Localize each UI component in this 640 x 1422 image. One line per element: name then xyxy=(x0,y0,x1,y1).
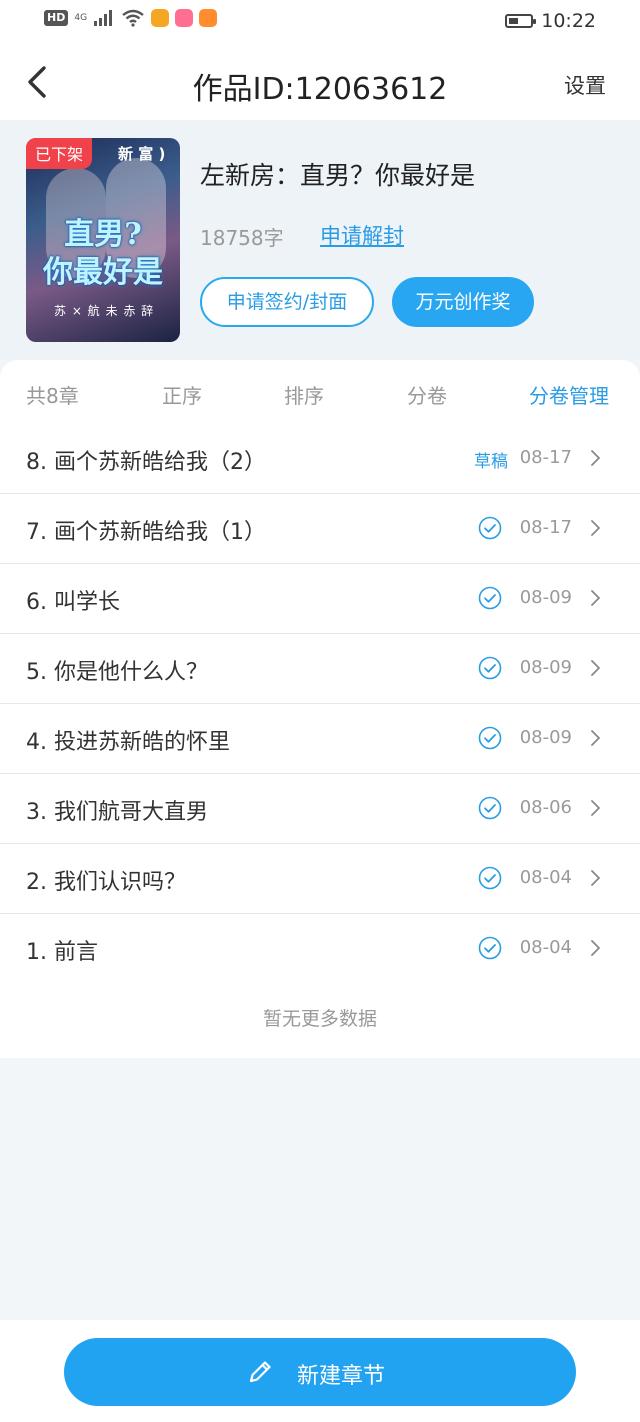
published-check-icon xyxy=(478,866,502,890)
status-right: 10:22 xyxy=(505,10,596,32)
cover-title: 直男? 你最好是 xyxy=(34,216,172,292)
tab-volume-manage[interactable]: 分卷管理 xyxy=(529,380,609,409)
chapter-title: 2. 我们认识吗？ xyxy=(26,870,186,895)
chapter-row[interactable]: 2. 我们认识吗？ 08-04 xyxy=(0,844,640,914)
chevron-right-icon xyxy=(591,590,600,606)
chapter-title: 6. 叫学长 xyxy=(26,590,120,615)
chapter-title: 8. 画个苏新皓给我（2） xyxy=(26,450,266,475)
chapter-panel: 共8章 正序 排序 分卷 分卷管理 8. 画个苏新皓给我（2） 草稿 08-17 7.… xyxy=(0,360,640,1058)
chapter-date: 08-06 xyxy=(519,797,572,818)
wifi-icon xyxy=(122,9,144,27)
settings-button[interactable]: 设置 xyxy=(564,70,606,100)
chapter-title: 5. 你是他什么人？ xyxy=(26,660,208,685)
clock: 10:22 xyxy=(541,10,596,32)
app-icon-orange xyxy=(199,9,218,27)
chapter-row[interactable]: 4. 投进苏新皓的怀里 08-09 xyxy=(0,704,640,774)
book-info: 新 富 ) 直男? 你最好是 苏 × 航 未 赤 辞 已下架 左新房：直男？你最… xyxy=(0,120,640,360)
chapter-count: 共8章 xyxy=(26,384,79,408)
signal-icon xyxy=(94,10,113,26)
chapter-title: 7. 画个苏新皓给我（1） xyxy=(26,520,266,545)
new-chapter-label: 新建章节 xyxy=(297,1364,386,1389)
weibo-icon xyxy=(151,9,170,27)
chevron-right-icon xyxy=(591,730,600,746)
chevron-right-icon xyxy=(591,660,600,676)
chapter-date: 08-17 xyxy=(519,517,572,538)
chapter-date: 08-17 xyxy=(519,447,572,468)
unseal-link[interactable]: 申请解封 xyxy=(320,220,404,250)
chapter-date: 08-04 xyxy=(519,867,572,888)
battery-level xyxy=(509,18,519,24)
chapter-row[interactable]: 1. 前言 08-04 xyxy=(0,914,640,983)
word-count: 18758字 xyxy=(200,226,284,250)
list-footer: 暂无更多数据 xyxy=(262,1008,377,1030)
battery-icon xyxy=(505,14,537,28)
chapter-title: 1. 前言 xyxy=(26,940,98,965)
network-type: 4G xyxy=(74,13,88,23)
cover-title-line1: 直男? xyxy=(64,217,142,252)
cover-bottom-text: 苏 × 航 未 赤 辞 xyxy=(54,304,155,318)
status-bar: HD 4G 10:22 xyxy=(0,0,640,44)
new-chapter-button[interactable]: 新建章节 xyxy=(64,1338,576,1406)
sign-cover-button[interactable]: 申请签约/封面 xyxy=(200,277,374,327)
chevron-right-icon xyxy=(591,520,600,536)
published-check-icon xyxy=(478,656,502,680)
tab-order[interactable]: 正序 xyxy=(162,380,202,409)
published-check-icon xyxy=(478,516,502,540)
chapter-row[interactable]: 6. 叫学长 08-09 xyxy=(0,564,640,634)
tab-sort[interactable]: 排序 xyxy=(284,380,324,409)
chapter-row[interactable]: 7. 画个苏新皓给我（1） 08-17 xyxy=(0,494,640,564)
book-title: 左新房：直男？你最好是 xyxy=(200,161,476,190)
chapter-date: 08-09 xyxy=(519,587,572,608)
cover-top-text: 新 富 ) xyxy=(118,145,166,163)
chapter-row[interactable]: 8. 画个苏新皓给我（2） 草稿 08-17 xyxy=(0,424,640,494)
chevron-right-icon xyxy=(591,870,600,886)
hd-badge: HD xyxy=(44,10,69,26)
chapter-list: 8. 画个苏新皓给我（2） 草稿 08-17 7. 画个苏新皓给我（1） 08-17 6.… xyxy=(0,424,640,983)
book-cover[interactable]: 新 富 ) 直男? 你最好是 苏 × 航 未 赤 辞 已下架 xyxy=(26,138,180,342)
published-check-icon xyxy=(478,586,502,610)
nav-bar: 作品ID:12063612 设置 xyxy=(0,44,640,120)
chevron-right-icon xyxy=(591,940,600,956)
chapter-date: 08-09 xyxy=(519,657,572,678)
chevron-right-icon xyxy=(591,800,600,816)
published-check-icon xyxy=(478,726,502,750)
status-left: HD 4G xyxy=(44,9,218,27)
status-badge: 已下架 xyxy=(26,138,93,169)
chapter-date: 08-04 xyxy=(519,937,572,958)
chapter-title: 4. 投进苏新皓的怀里 xyxy=(26,730,230,755)
page-title: 作品ID:12063612 xyxy=(192,72,448,107)
list-toolbar: 共8章 正序 排序 分卷 分卷管理 xyxy=(0,360,640,424)
chevron-right-icon xyxy=(591,450,600,466)
tab-volume[interactable]: 分卷 xyxy=(407,380,447,409)
app-icon-pink xyxy=(175,9,194,27)
chapter-date: 08-09 xyxy=(519,727,572,748)
draft-badge: 草稿 xyxy=(474,452,508,472)
published-check-icon xyxy=(478,796,502,820)
chapter-title: 3. 我们航哥大直男 xyxy=(26,800,208,825)
published-check-icon xyxy=(478,936,502,960)
award-button[interactable]: 万元创作奖 xyxy=(392,277,534,327)
bottom-bar: 新建章节 xyxy=(0,1320,640,1422)
cover-title-line2: 你最好是 xyxy=(43,255,163,290)
chapter-row[interactable]: 3. 我们航哥大直男 08-06 xyxy=(0,774,640,844)
chapter-row[interactable]: 5. 你是他什么人？ 08-09 xyxy=(0,634,640,704)
pencil-icon xyxy=(249,1361,271,1383)
